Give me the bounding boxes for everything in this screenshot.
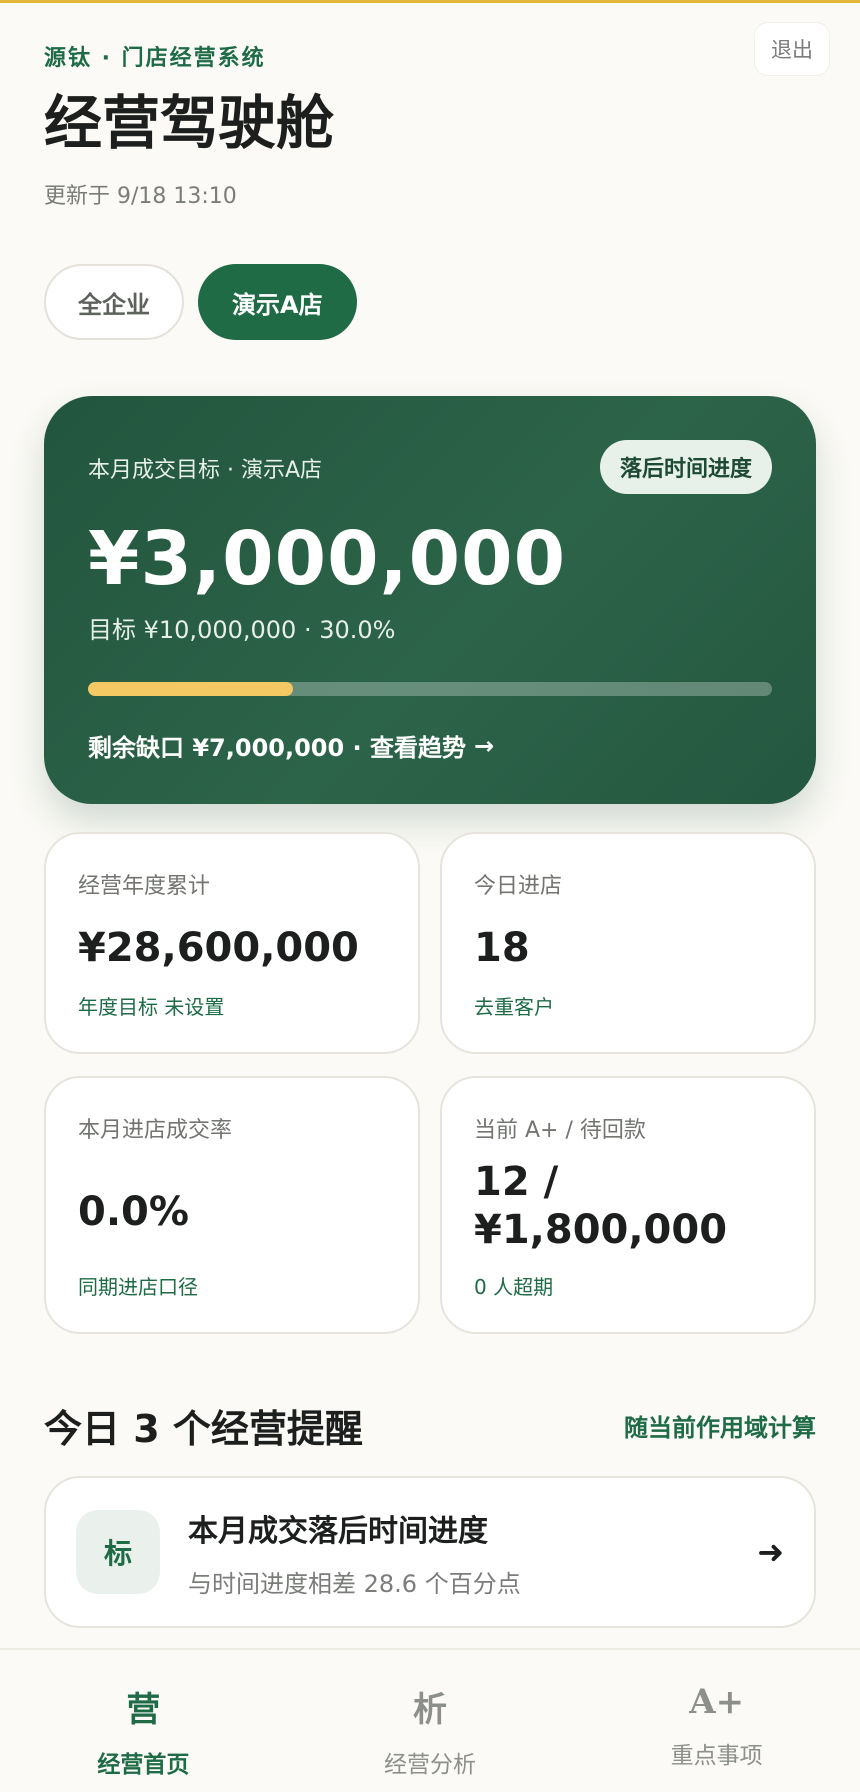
kpi-card-conversion-rate[interactable]: 本月进店成交率 0.0% 同期进店口径 <box>44 1076 420 1334</box>
home-icon: 营 <box>126 1690 161 1730</box>
achieved-amount: ¥3,000,000 <box>88 516 567 602</box>
logout-button[interactable]: 退出 <box>754 22 830 76</box>
reminder-text: 本月成交落后时间进度 与时间进度相差 28.6 个百分点 <box>188 1506 757 1599</box>
nav-label: 经营分析 <box>384 1752 476 1778</box>
updated-timestamp: 更新于 9/18 13:10 <box>44 184 237 209</box>
monthly-target-card[interactable]: 本月成交目标 · 演示A店 落后时间进度 ¥3,000,000 目标 ¥10,0… <box>44 396 816 804</box>
kpi-label: 经营年度累计 <box>78 874 211 899</box>
nav-label: 经营首页 <box>97 1752 190 1778</box>
tab-demo-store-a[interactable]: 演示A店 <box>198 264 357 340</box>
kpi-label: 当前 A+ / 待回款 <box>474 1118 646 1143</box>
scope-tabs: 全企业 演示A店 <box>44 264 357 340</box>
arrow-right-icon: ➜ <box>757 1533 784 1571</box>
kpi-value: ¥28,600,000 <box>78 925 359 971</box>
kpi-card-annual-total[interactable]: 经营年度累计 ¥28,600,000 年度目标 未设置 <box>44 832 420 1054</box>
kpi-value: 0.0% <box>78 1189 189 1235</box>
target-summary: 目标 ¥10,000,000 · 30.0% <box>88 616 396 644</box>
reminders-title: 今日 3 个经营提醒 <box>44 1407 363 1451</box>
kpi-label: 今日进店 <box>474 874 563 899</box>
kpi-value: 12 / ¥1,800,000 <box>474 1159 728 1253</box>
top-accent-line <box>0 0 860 3</box>
page-header: 源钛 · 门店经营系统 经营驾驶舱 更新于 9/18 13:10 退出 <box>44 22 830 210</box>
target-card-label: 本月成交目标 · 演示A店 <box>88 458 323 483</box>
kpi-card-today-visits[interactable]: 今日进店 18 去重客户 <box>440 832 816 1054</box>
reminders-header: 今日 3 个经营提醒 随当前作用域计算 <box>44 1398 816 1453</box>
analysis-icon: 析 <box>413 1690 447 1730</box>
page-title: 经营驾驶舱 <box>44 89 335 157</box>
kpi-card-a-plus-receivable[interactable]: 当前 A+ / 待回款 12 / ¥1,800,000 0 人超期 <box>440 1076 816 1334</box>
gap-text: 剩余缺口 ¥7,000,000 · 查看趋势 <box>88 734 467 762</box>
reminder-item[interactable]: 标 本月成交落后时间进度 与时间进度相差 28.6 个百分点 ➜ <box>44 1476 816 1628</box>
target-icon: 标 <box>76 1510 160 1594</box>
brand-label: 源钛 · 门店经营系统 <box>44 46 266 71</box>
arrow-right-icon: → <box>474 731 495 760</box>
reminder-subtitle: 与时间进度相差 28.6 个百分点 <box>188 1569 521 1598</box>
nav-item-key-items[interactable]: A+ 重点事项 <box>573 1650 860 1792</box>
kpi-note: 同期进店口径 <box>78 1275 198 1299</box>
target-progress-bar <box>88 682 772 696</box>
kpi-value: 18 <box>474 925 530 971</box>
kpi-note: 年度目标 未设置 <box>78 995 225 1019</box>
kpi-note: 0 人超期 <box>474 1275 554 1299</box>
nav-item-home[interactable]: 营 经营首页 <box>0 1650 287 1792</box>
reminders-scope-note: 随当前作用域计算 <box>624 1414 816 1442</box>
kpi-label: 本月进店成交率 <box>78 1118 233 1143</box>
view-trend-link[interactable]: 剩余缺口 ¥7,000,000 · 查看趋势 → <box>88 728 494 763</box>
bottom-navigation: 营 经营首页 析 经营分析 A+ 重点事项 <box>0 1648 860 1792</box>
nav-label: 重点事项 <box>670 1743 763 1769</box>
reminder-title: 本月成交落后时间进度 <box>188 1513 488 1549</box>
progress-fill <box>88 682 294 696</box>
status-badge: 落后时间进度 <box>599 440 772 494</box>
nav-item-analysis[interactable]: 析 经营分析 <box>287 1650 574 1792</box>
key-items-icon: A+ <box>689 1682 745 1722</box>
tab-all-enterprise[interactable]: 全企业 <box>44 264 184 340</box>
kpi-note: 去重客户 <box>474 995 554 1019</box>
